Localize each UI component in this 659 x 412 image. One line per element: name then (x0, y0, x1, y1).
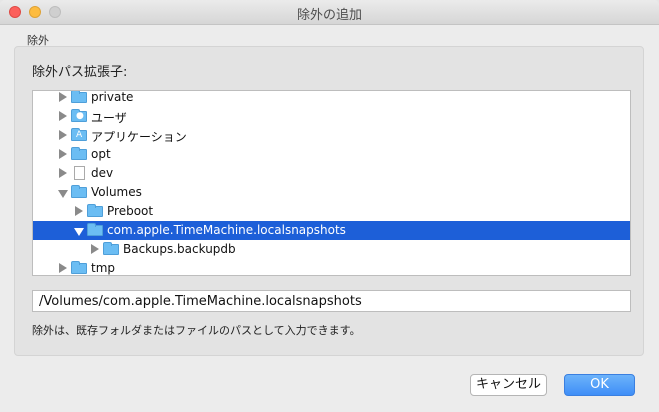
users-folder-icon: ● (71, 109, 87, 122)
disclosure-triangle-icon[interactable] (59, 263, 67, 273)
disclosure-triangle-icon[interactable] (59, 149, 67, 159)
disclosure-triangle-icon[interactable] (59, 168, 67, 178)
disclosure-triangle-open-icon[interactable] (74, 228, 84, 236)
folder-icon (71, 261, 87, 274)
tree-row-applications[interactable]: A アプリケーション (33, 126, 630, 145)
title-bar: 除外の追加 (0, 0, 659, 25)
tree-row-backups[interactable]: Backups.backupdb (33, 240, 630, 259)
tree-row-timemachine-selected[interactable]: com.apple.TimeMachine.localsnapshots (33, 221, 630, 240)
tree-row-dev[interactable]: dev (33, 164, 630, 183)
disclosure-triangle-icon[interactable] (59, 92, 67, 102)
tree-row-users[interactable]: ● ユーザ (33, 107, 630, 126)
ok-button[interactable]: OK (564, 374, 635, 396)
tree-item-label: アプリケーション (91, 130, 187, 144)
folder-tree[interactable]: private ● ユーザ A アプリケーション opt dev Volumes… (32, 90, 631, 276)
add-exclusion-dialog: 除外の追加 除外 除外パス拡張子: private ● ユーザ A アプリケーシ… (0, 0, 659, 412)
disclosure-triangle-icon[interactable] (75, 206, 83, 216)
folder-icon (103, 242, 119, 255)
window-title: 除外の追加 (296, 8, 362, 23)
tree-item-label: ユーザ (91, 111, 127, 125)
tree-item-label: private (91, 90, 134, 104)
folder-icon (71, 185, 87, 198)
folder-icon (87, 204, 103, 217)
tree-row-preboot[interactable]: Preboot (33, 202, 630, 221)
folder-icon (71, 147, 87, 160)
help-text: 除外は、既存フォルダまたはファイルのパスとして入力できます。 (32, 324, 361, 337)
tree-item-label: dev (91, 166, 114, 180)
tree-item-label: opt (91, 147, 111, 161)
tree-item-label: Backups.backupdb (123, 242, 236, 256)
tree-row-volumes[interactable]: Volumes (33, 183, 630, 202)
tree-item-label: Preboot (107, 204, 154, 218)
document-icon (74, 166, 85, 180)
disclosure-triangle-icon[interactable] (59, 130, 67, 140)
tree-item-label: tmp (91, 261, 116, 275)
folder-icon (71, 91, 87, 103)
tree-row-tmp[interactable]: tmp (33, 259, 630, 275)
cancel-button[interactable]: キャンセル (470, 374, 547, 396)
applications-folder-icon: A (71, 128, 87, 141)
disclosure-triangle-open-icon[interactable] (58, 190, 68, 198)
folder-icon (87, 223, 103, 236)
tree-row-private[interactable]: private (33, 90, 630, 107)
tree-item-label: com.apple.TimeMachine.localsnapshots (107, 223, 346, 237)
section-label: 除外パス拡張子: (32, 65, 128, 80)
tree-item-label: Volumes (91, 185, 142, 199)
exclusion-path-input[interactable]: /Volumes/com.apple.TimeMachine.localsnap… (32, 290, 631, 312)
disclosure-triangle-icon[interactable] (59, 111, 67, 121)
disclosure-triangle-icon[interactable] (91, 244, 99, 254)
tree-row-opt[interactable]: opt (33, 145, 630, 164)
